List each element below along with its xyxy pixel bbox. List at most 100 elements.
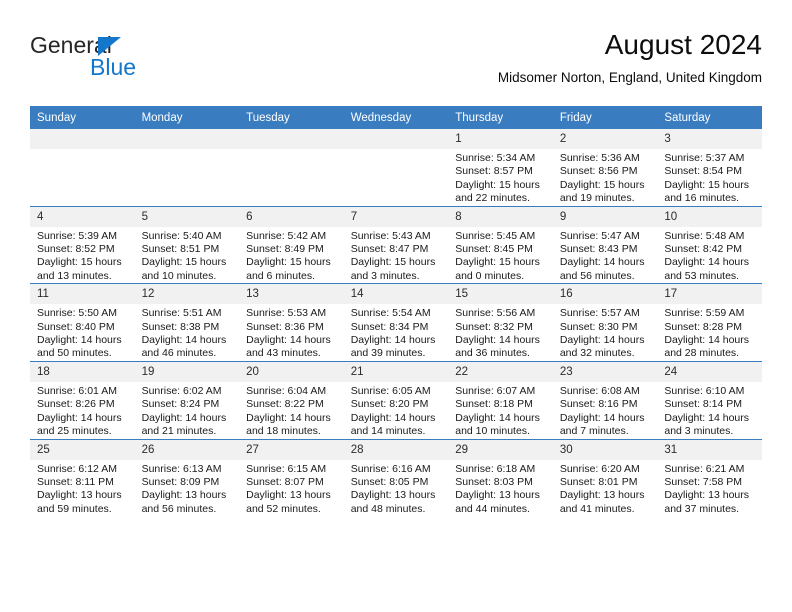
day-number: 4 bbox=[30, 206, 135, 227]
sunrise-text: Sunrise: 5:34 AM bbox=[455, 152, 536, 164]
calendar-day-cell[interactable]: 22 Sunrise: 6:07 AM Sunset: 8:18 PM Dayligh… bbox=[448, 360, 553, 439]
day-number: 20 bbox=[239, 361, 344, 382]
weekday-header-friday: Friday bbox=[552, 106, 658, 129]
calendar-day-cell[interactable]: 5 Sunrise: 5:40 AM Sunset: 8:51 PM Daylight… bbox=[134, 205, 240, 284]
daylight-text: Daylight: 15 hours and 10 minutes. bbox=[141, 256, 227, 282]
sunset-text: Sunset: 8:56 PM bbox=[559, 165, 638, 178]
day-details: Sunrise: 5:36 AM Sunset: 8:56 PM Daylight:… bbox=[553, 149, 658, 206]
calendar-day-cell[interactable]: 17 Sunrise: 5:59 AM Sunset: 8:28 PM Dayligh… bbox=[657, 283, 762, 362]
daylight-text: Daylight: 15 hours and 16 minutes. bbox=[664, 178, 750, 205]
day-number: 5 bbox=[134, 206, 240, 227]
location-subtitle: Midsomer Norton, England, United Kingdom bbox=[497, 70, 762, 85]
calendar-day-cell[interactable]: 21 Sunrise: 6:05 AM Sunset: 8:20 PM Dayligh… bbox=[343, 360, 449, 439]
sunset-text: Sunset: 8:22 PM bbox=[246, 398, 324, 411]
calendar-day-cell[interactable]: 30 Sunrise: 6:20 AM Sunset: 8:01 PM Dayligh… bbox=[552, 438, 658, 517]
sunset-text: Sunset: 8:05 PM bbox=[350, 475, 429, 488]
day-number: 1 bbox=[448, 129, 553, 149]
calendar-day-cell[interactable]: 1 Sunrise: 5:34 AM Sunset: 8:57 PM Daylight… bbox=[448, 129, 553, 207]
sunset-text: Sunset: 8:28 PM bbox=[664, 320, 743, 333]
calendar-day-cell[interactable]: 4 Sunrise: 5:39 AM Sunset: 8:52 PM Daylight… bbox=[30, 205, 135, 284]
sunrise-text: Sunrise: 6:20 AM bbox=[559, 462, 640, 475]
day-details: Sunrise: 5:42 AM Sunset: 8:49 PM Daylight:… bbox=[239, 227, 344, 284]
day-details: Sunrise: 6:10 AM Sunset: 8:14 PM Daylight:… bbox=[657, 382, 762, 439]
calendar-day-cell[interactable]: 25 Sunrise: 6:12 AM Sunset: 8:11 PM Dayligh… bbox=[30, 438, 135, 517]
day-number: 31 bbox=[657, 439, 762, 460]
sunset-text: Sunset: 8:57 PM bbox=[455, 165, 533, 178]
calendar-day-cell[interactable]: 18 Sunrise: 6:01 AM Sunset: 8:26 PM Dayligh… bbox=[30, 360, 135, 439]
day-number: 11 bbox=[30, 284, 135, 305]
calendar-day-cell[interactable]: 11 Sunrise: 5:50 AM Sunset: 8:40 PM Dayligh… bbox=[30, 283, 135, 362]
calendar-day-cell[interactable]: 10 Sunrise: 5:48 AM Sunset: 8:42 PM Dayligh… bbox=[657, 205, 762, 284]
calendar-day-cell[interactable]: 31 Sunrise: 6:21 AM Sunset: 7:58 PM Dayligh… bbox=[657, 438, 762, 517]
sunset-text: Sunset: 8:49 PM bbox=[246, 243, 324, 256]
page-header: General Blue August 2024 Midsomer Norton… bbox=[30, 28, 762, 100]
calendar-day-cell[interactable]: 29 Sunrise: 6:18 AM Sunset: 8:03 PM Dayligh… bbox=[448, 438, 553, 517]
calendar-day-cell[interactable]: 3 Sunrise: 5:37 AM Sunset: 8:54 PM Daylight… bbox=[657, 129, 762, 207]
calendar-day-cell[interactable]: 24 Sunrise: 6:10 AM Sunset: 8:14 PM Dayligh… bbox=[657, 360, 762, 439]
daylight-text: Daylight: 15 hours and 13 minutes. bbox=[37, 256, 122, 282]
day-number: 9 bbox=[552, 206, 658, 227]
calendar-day-cell[interactable]: 13 Sunrise: 5:53 AM Sunset: 8:36 PM Dayligh… bbox=[239, 283, 344, 362]
sunset-text: Sunset: 8:32 PM bbox=[455, 320, 533, 333]
calendar-day-cell[interactable]: 12 Sunrise: 5:51 AM Sunset: 8:38 PM Dayligh… bbox=[134, 283, 240, 362]
calendar-day-cell[interactable]: 9 Sunrise: 5:47 AM Sunset: 8:43 PM Daylight… bbox=[552, 205, 658, 284]
calendar-day-cell[interactable]: 26 Sunrise: 6:13 AM Sunset: 8:09 PM Dayligh… bbox=[134, 438, 240, 517]
calendar-week-row: 1 Sunrise: 5:34 AM Sunset: 8:57 PM Daylight… bbox=[30, 129, 762, 207]
day-details: Sunrise: 6:18 AM Sunset: 8:03 PM Daylight:… bbox=[448, 460, 553, 517]
sunset-text: Sunset: 8:03 PM bbox=[455, 475, 533, 488]
daylight-text: Daylight: 14 hours and 43 minutes. bbox=[246, 334, 331, 360]
day-details: Sunrise: 5:57 AM Sunset: 8:30 PM Daylight:… bbox=[553, 304, 658, 361]
daylight-text: Daylight: 13 hours and 59 minutes. bbox=[37, 489, 122, 515]
day-number: 3 bbox=[657, 129, 762, 149]
day-number bbox=[134, 129, 240, 149]
sunrise-text: Sunrise: 5:50 AM bbox=[37, 307, 117, 320]
calendar-day-cell[interactable]: 28 Sunrise: 6:16 AM Sunset: 8:05 PM Dayligh… bbox=[343, 438, 449, 517]
sunrise-text: Sunrise: 6:16 AM bbox=[350, 462, 431, 475]
title-block: August 2024 Midsomer Norton, England, Un… bbox=[498, 28, 762, 88]
calendar-day-cell[interactable]: 20 Sunrise: 6:04 AM Sunset: 8:22 PM Dayligh… bbox=[239, 360, 344, 439]
day-details: Sunrise: 5:39 AM Sunset: 8:52 PM Daylight:… bbox=[30, 227, 135, 284]
daylight-text: Daylight: 15 hours and 6 minutes. bbox=[246, 256, 331, 282]
calendar-day-cell[interactable]: 15 Sunrise: 5:56 AM Sunset: 8:32 PM Dayligh… bbox=[448, 283, 553, 362]
sunrise-text: Sunrise: 6:01 AM bbox=[37, 384, 117, 397]
weekday-header-tuesday: Tuesday bbox=[239, 106, 344, 129]
sunset-text: Sunset: 8:45 PM bbox=[455, 243, 533, 256]
weekday-header-monday: Monday bbox=[134, 106, 240, 129]
calendar-day-cell[interactable]: 8 Sunrise: 5:45 AM Sunset: 8:45 PM Daylight… bbox=[448, 205, 553, 284]
day-details: Sunrise: 6:16 AM Sunset: 8:05 PM Daylight:… bbox=[344, 460, 449, 517]
day-number: 26 bbox=[134, 439, 240, 460]
sunrise-text: Sunrise: 5:56 AM bbox=[455, 307, 536, 320]
calendar-day-cell[interactable]: 19 Sunrise: 6:02 AM Sunset: 8:24 PM Dayligh… bbox=[134, 360, 240, 439]
day-details: Sunrise: 5:37 AM Sunset: 8:54 PM Daylight:… bbox=[657, 149, 762, 206]
calendar-week-row: 25 Sunrise: 6:12 AM Sunset: 8:11 PM Dayligh… bbox=[30, 438, 762, 517]
daylight-text: Daylight: 14 hours and 25 minutes. bbox=[37, 411, 122, 438]
sunrise-text: Sunrise: 5:43 AM bbox=[350, 229, 431, 242]
calendar-day-cell[interactable]: 27 Sunrise: 6:15 AM Sunset: 8:07 PM Dayligh… bbox=[239, 438, 344, 517]
sunrise-text: Sunrise: 5:51 AM bbox=[141, 307, 222, 320]
day-details: Sunrise: 6:05 AM Sunset: 8:20 PM Daylight:… bbox=[344, 382, 449, 439]
calendar-day-cell[interactable]: 16 Sunrise: 5:57 AM Sunset: 8:30 PM Dayligh… bbox=[552, 283, 658, 362]
calendar-day-cell[interactable]: 2 Sunrise: 5:36 AM Sunset: 8:56 PM Daylight… bbox=[552, 129, 658, 207]
day-number: 24 bbox=[657, 361, 762, 382]
day-number: 25 bbox=[30, 439, 135, 460]
sunset-text: Sunset: 8:38 PM bbox=[141, 320, 220, 333]
day-details: Sunrise: 6:15 AM Sunset: 8:07 PM Daylight:… bbox=[239, 460, 344, 517]
sunrise-text: Sunrise: 5:40 AM bbox=[141, 229, 222, 242]
daylight-text: Daylight: 15 hours and 19 minutes. bbox=[559, 178, 645, 205]
brand-name-blue: Blue bbox=[90, 54, 137, 80]
day-number: 30 bbox=[552, 439, 658, 460]
sunrise-text: Sunrise: 5:53 AM bbox=[246, 307, 327, 320]
calendar-day-cell[interactable]: 23 Sunrise: 6:08 AM Sunset: 8:16 PM Dayligh… bbox=[552, 360, 658, 439]
calendar-day-cell[interactable]: 6 Sunrise: 5:42 AM Sunset: 8:49 PM Daylight… bbox=[239, 205, 344, 284]
sunrise-text: Sunrise: 5:37 AM bbox=[664, 152, 745, 164]
sunset-text: Sunset: 8:51 PM bbox=[141, 243, 220, 256]
sunset-text: Sunset: 8:54 PM bbox=[664, 165, 743, 178]
day-number: 27 bbox=[239, 439, 344, 460]
calendar-cell-empty bbox=[343, 129, 449, 207]
daylight-text: Daylight: 14 hours and 7 minutes. bbox=[559, 411, 645, 438]
day-details: Sunrise: 6:20 AM Sunset: 8:01 PM Daylight:… bbox=[553, 460, 658, 517]
calendar-day-cell[interactable]: 14 Sunrise: 5:54 AM Sunset: 8:34 PM Dayligh… bbox=[343, 283, 449, 362]
calendar-day-cell[interactable]: 7 Sunrise: 5:43 AM Sunset: 8:47 PM Daylight… bbox=[343, 205, 449, 284]
day-number bbox=[30, 129, 135, 149]
sunset-text: Sunset: 8:30 PM bbox=[559, 320, 638, 333]
